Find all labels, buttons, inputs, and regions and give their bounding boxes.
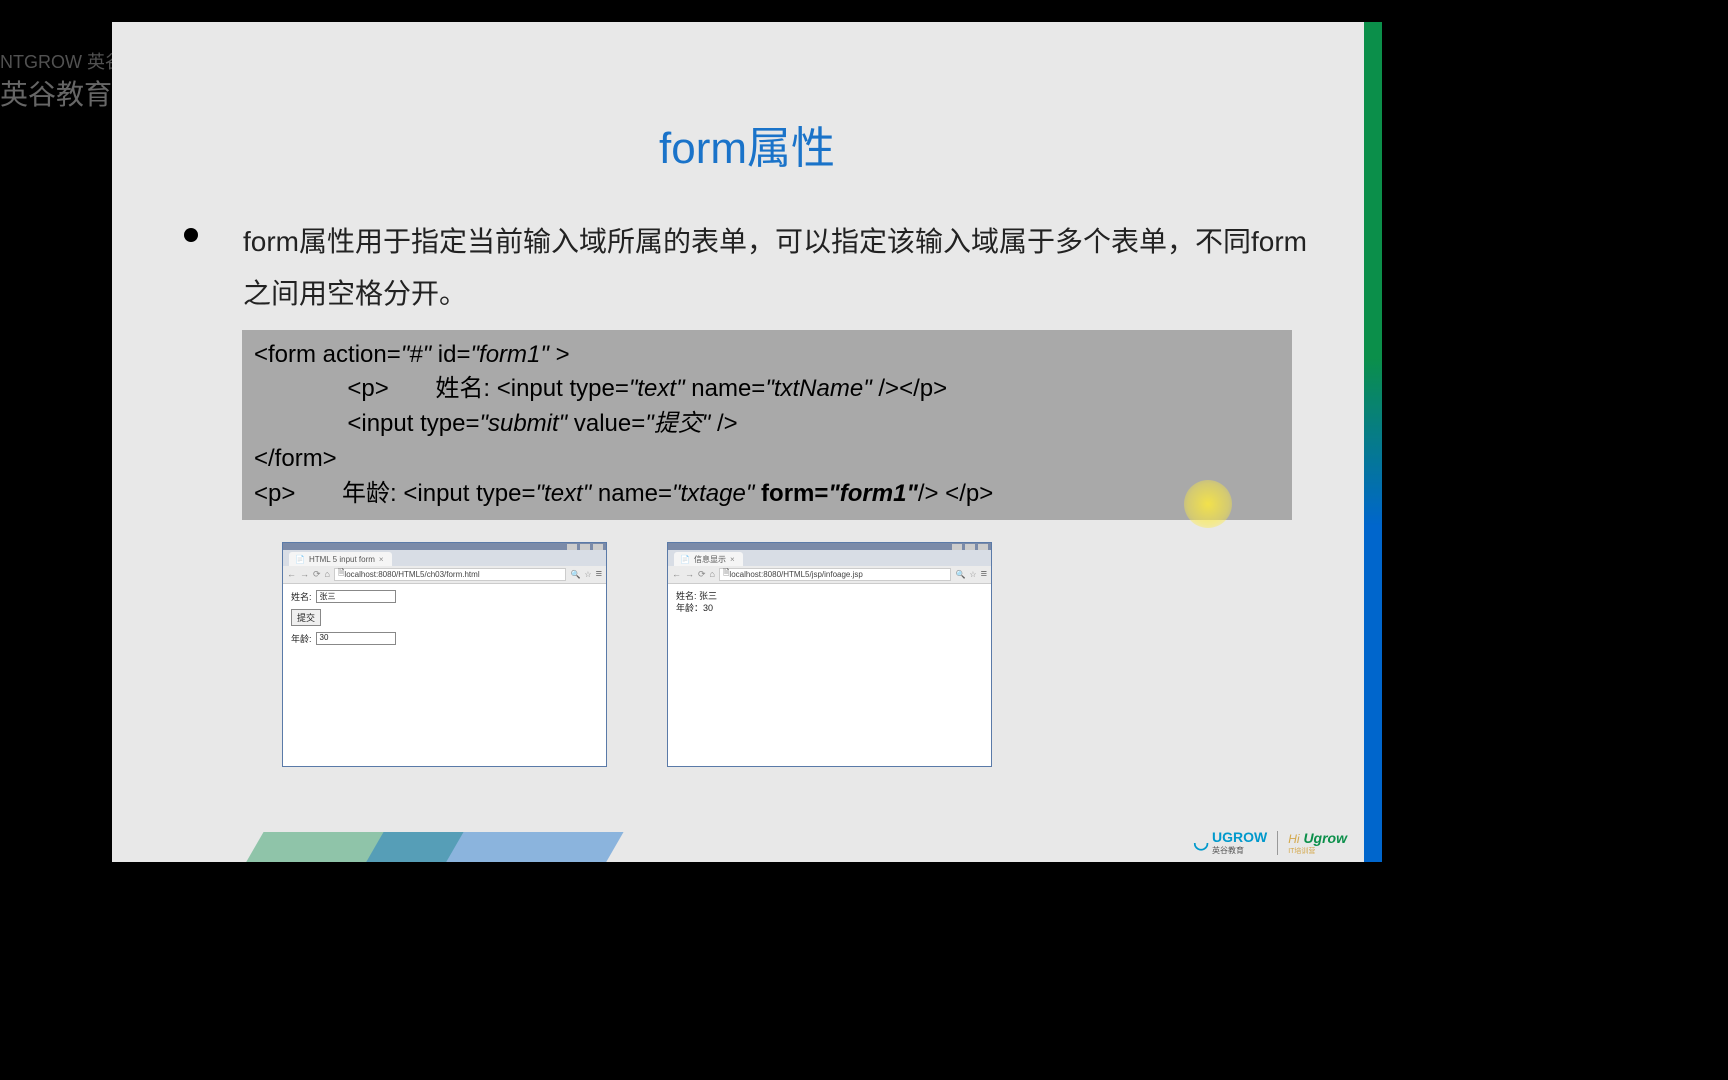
tabbar: 📄 信息显示 ×: [668, 550, 991, 566]
slide-content: form属性用于指定当前输入域所属的表单，可以指定该输入域属于多个表单，不同fo…: [112, 216, 1382, 767]
close-icon: [593, 544, 603, 550]
home-icon: ⌂: [710, 569, 715, 579]
window-controls: [952, 544, 988, 550]
browser-content: 姓名: 张三 提交 年龄: 30: [283, 584, 606, 766]
bullet-text: form属性用于指定当前输入域所属的表单，可以指定该输入域属于多个表单，不同fo…: [243, 216, 1332, 320]
url-input: 🗎 localhost:8080/HTML5/jsp/infoage.jsp: [719, 568, 951, 581]
file-icon: 📄: [295, 555, 305, 564]
tabbar: 📄 HTML 5 input form ×: [283, 550, 606, 566]
titlebar: [283, 543, 606, 550]
maximize-icon: [580, 544, 590, 550]
code-line-4: </form>: [254, 442, 1280, 477]
browser-window-result: 📄 信息显示 × ← → ⟳ ⌂ 🗎 localhost:8080/HTML5/…: [667, 542, 992, 767]
form-row-submit: 提交: [291, 609, 598, 626]
bullet-row: form属性用于指定当前输入域所属的表单，可以指定该输入域属于多个表单，不同fo…: [162, 216, 1332, 320]
code-line-1: <form action="#" id="form1" >: [254, 338, 1280, 373]
browser-window-form: 📄 HTML 5 input form × ← → ⟳ ⌂ 🗎 localhos…: [282, 542, 607, 767]
browser-content: 姓名: 张三 年龄：30: [668, 584, 991, 766]
reload-icon: ⟳: [698, 569, 706, 580]
submit-button: 提交: [291, 609, 321, 626]
star-icon: ☆: [584, 570, 591, 579]
reload-icon: ⟳: [313, 569, 321, 580]
code-line-3: <input type="submit" value="提交" />: [254, 407, 1280, 442]
tab-result: 📄 信息显示 ×: [674, 552, 743, 566]
file-icon: 📄: [680, 555, 690, 564]
minimize-icon: [952, 544, 962, 550]
watermark-line2: 英谷教育: [0, 75, 123, 114]
search-icon: 🔍: [570, 570, 580, 579]
url-input: 🗎 localhost:8080/HTML5/ch03/form.html: [334, 568, 566, 581]
search-icon: 🔍: [955, 570, 965, 579]
slide-title: form属性: [112, 22, 1382, 216]
decorative-stripe: [1364, 22, 1382, 862]
result-age: 年龄：30: [676, 602, 983, 615]
name-label: 姓名:: [291, 590, 312, 603]
maximize-icon: [965, 544, 975, 550]
slide: form属性 form属性用于指定当前输入域所属的表单，可以指定该输入域属于多个…: [112, 22, 1382, 862]
urlbar: ← → ⟳ ⌂ 🗎 localhost:8080/HTML5/ch03/form…: [283, 566, 606, 584]
urlbar: ← → ⟳ ⌂ 🗎 localhost:8080/HTML5/jsp/infoa…: [668, 566, 991, 584]
back-icon: ←: [672, 569, 681, 579]
code-line-2: <p> 姓名: <input type="text" name="txtName…: [254, 372, 1280, 407]
window-controls: [567, 544, 603, 550]
home-icon: ⌂: [325, 569, 330, 579]
code-block: <form action="#" id="form1" > <p> 姓名: <i…: [242, 330, 1292, 520]
form-row-age: 年龄: 30: [291, 632, 598, 645]
forward-icon: →: [685, 569, 694, 579]
bullet-icon: [184, 228, 198, 242]
form-row-name: 姓名: 张三: [291, 590, 598, 603]
menu-icon: ≡: [596, 568, 602, 580]
titlebar: [668, 543, 991, 550]
result-name: 姓名: 张三: [676, 590, 983, 603]
tab-close-icon: ×: [379, 555, 384, 564]
star-icon: ☆: [969, 570, 976, 579]
menu-icon: ≡: [981, 568, 987, 580]
watermark-line1: NTGROW 英谷: [0, 50, 123, 75]
bottom-decoration: [112, 832, 1382, 862]
minimize-icon: [567, 544, 577, 550]
tab-close-icon: ×: [730, 555, 735, 564]
tab-title: HTML 5 input form: [309, 555, 375, 564]
tab-form: 📄 HTML 5 input form ×: [289, 552, 392, 566]
forward-icon: →: [300, 569, 309, 579]
tab-title: 信息显示: [694, 554, 726, 565]
code-line-5: <p> 年龄: <input type="text" name="txtage"…: [254, 477, 1280, 512]
cursor-highlight-icon: [1184, 480, 1232, 528]
watermark: NTGROW 英谷 英谷教育: [0, 50, 123, 114]
age-input: 30: [316, 632, 396, 645]
back-icon: ←: [287, 569, 296, 579]
name-input: 张三: [316, 590, 396, 603]
close-icon: [978, 544, 988, 550]
age-label: 年龄:: [291, 632, 312, 645]
browser-mockups: 📄 HTML 5 input form × ← → ⟳ ⌂ 🗎 localhos…: [282, 542, 1332, 767]
